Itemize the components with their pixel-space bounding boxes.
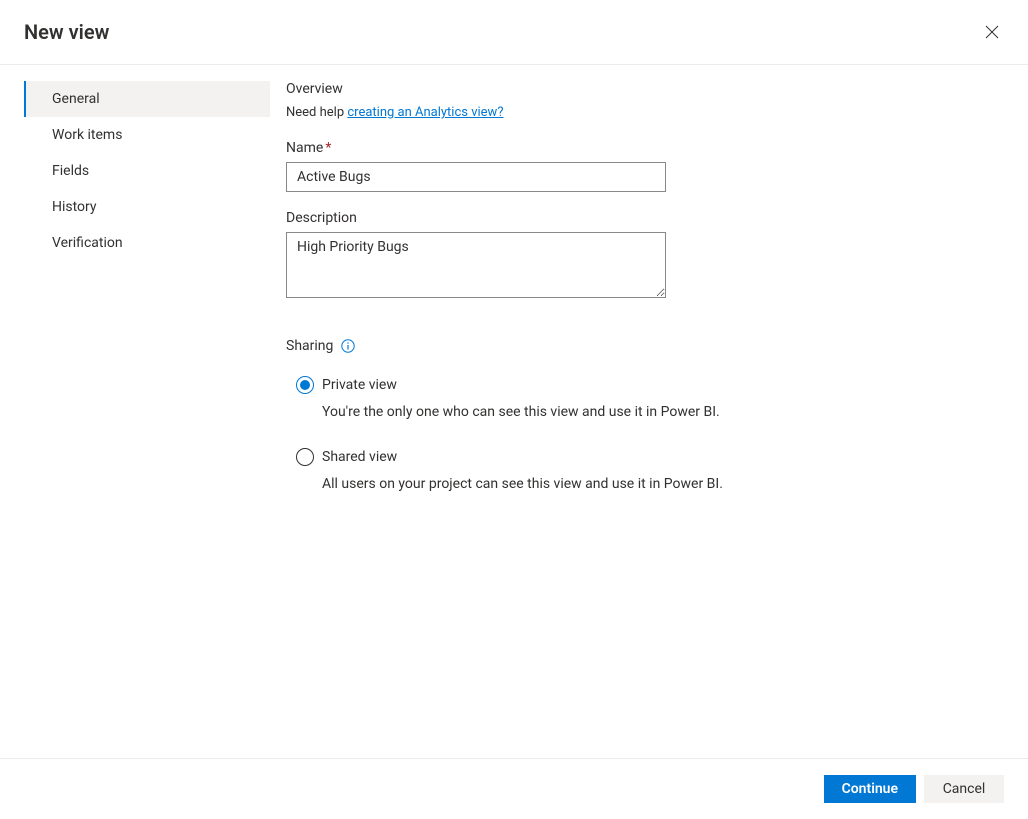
dialog-header: New view [0,0,1028,65]
description-label: Description [286,210,1004,226]
required-indicator: * [325,140,331,156]
description-field-group: Description [286,210,1004,302]
close-icon [985,25,999,39]
info-icon[interactable] [341,339,355,353]
sidebar: General Work items Fields History Verifi… [0,81,270,520]
close-button[interactable] [980,20,1004,44]
radio-button-private[interactable] [296,376,314,394]
radio-group-shared: Shared view All users on your project ca… [286,448,1004,492]
sidebar-item-fields[interactable]: Fields [24,153,270,189]
cancel-button[interactable]: Cancel [924,775,1004,803]
dialog-body: General Work items Fields History Verifi… [0,65,1028,520]
radio-button-shared[interactable] [296,448,314,466]
help-text: Need help creating an Analytics view? [286,105,1004,120]
radio-desc-private: You're the only one who can see this vie… [322,404,1004,420]
main-content: Overview Need help creating an Analytics… [270,81,1028,520]
radio-row-shared[interactable]: Shared view [296,448,1004,466]
sidebar-item-history[interactable]: History [24,189,270,225]
radio-group-private: Private view You're the only one who can… [286,376,1004,420]
radio-desc-shared: All users on your project can see this v… [322,476,1004,492]
sharing-label: Sharing [286,338,333,354]
help-link[interactable]: creating an Analytics view? [347,105,503,120]
dialog-footer: Continue Cancel [0,758,1028,819]
sidebar-item-general[interactable]: General [24,81,270,117]
continue-button[interactable]: Continue [824,775,916,803]
dialog-title: New view [24,20,109,44]
sharing-header: Sharing [286,338,1004,354]
description-input[interactable] [286,232,666,298]
name-label: Name* [286,140,1004,156]
sidebar-item-verification[interactable]: Verification [24,225,270,261]
radio-label-shared[interactable]: Shared view [322,449,397,465]
name-input[interactable] [286,162,666,192]
name-field-group: Name* [286,140,1004,192]
overview-title: Overview [286,81,1004,97]
radio-row-private[interactable]: Private view [296,376,1004,394]
radio-label-private[interactable]: Private view [322,377,397,393]
sidebar-item-work-items[interactable]: Work items [24,117,270,153]
help-prefix: Need help [286,105,347,120]
